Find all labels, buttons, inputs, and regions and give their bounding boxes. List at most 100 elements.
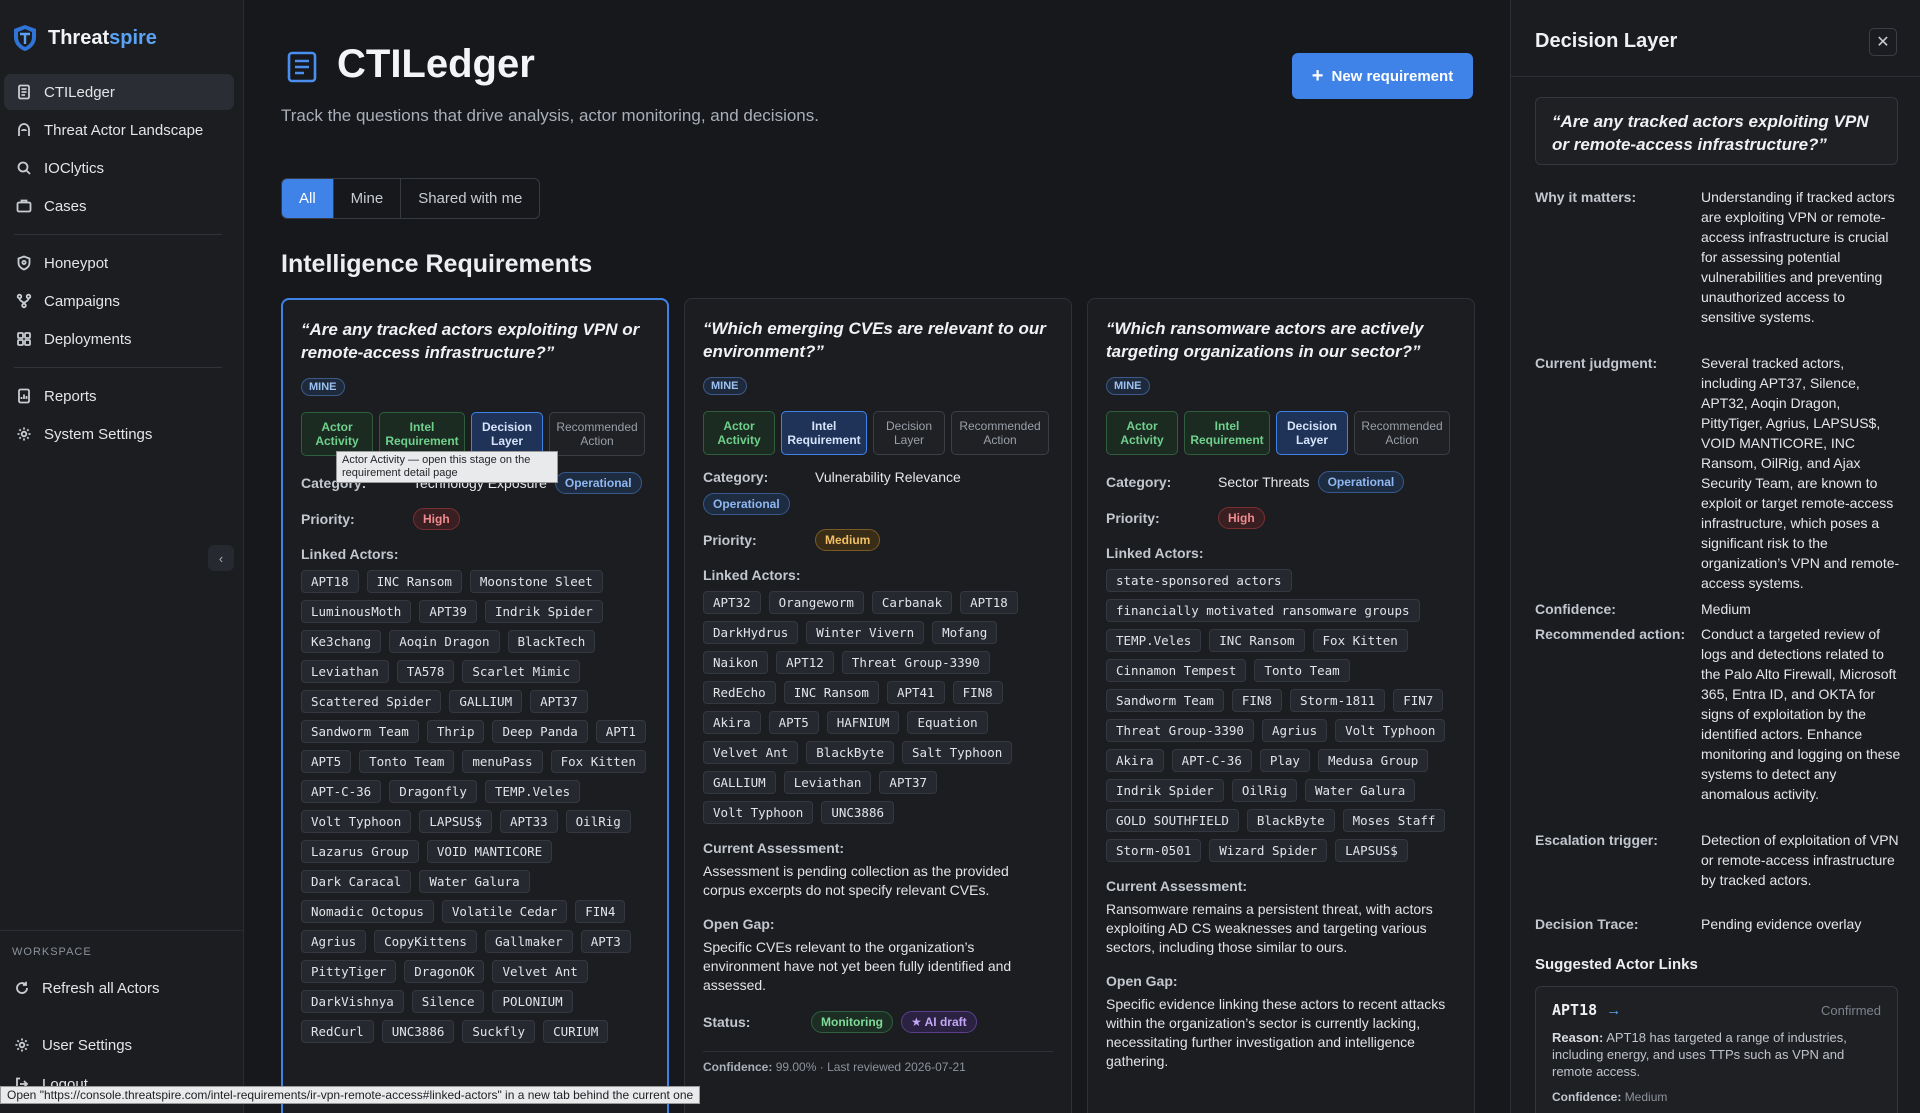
actor-tag[interactable]: DarkVishnya — [301, 990, 404, 1013]
sidebar-item-threat-actor-landscape[interactable]: Threat Actor Landscape — [4, 112, 234, 148]
actor-tag[interactable]: Volt Typhoon — [703, 801, 814, 824]
actor-tag[interactable]: PittyTiger — [301, 960, 397, 983]
actor-tag[interactable]: Cinnamon Tempest — [1106, 659, 1247, 682]
actor-tag[interactable]: Gallmaker — [484, 930, 573, 953]
suggested-actor-link[interactable]: APT18 → — [1552, 1001, 1621, 1019]
sidebar-item-ctiledger[interactable]: CTILedger — [4, 74, 234, 110]
actor-tag[interactable]: VOID MANTICORE — [426, 840, 553, 863]
actor-tag[interactable]: APT32 — [703, 591, 761, 614]
stage-decision-layer[interactable]: Decision Layer — [873, 411, 945, 455]
actor-tag[interactable]: INC Ransom — [366, 570, 462, 593]
actor-tag[interactable]: APT37 — [879, 771, 938, 794]
actor-tag[interactable]: BlackTech — [507, 630, 596, 653]
actor-tag[interactable]: BlackByte — [806, 741, 894, 764]
actor-tag[interactable]: Agrius — [301, 930, 367, 953]
stage-intel-requirement[interactable]: Intel Requirement — [379, 412, 465, 456]
sidebar-item-campaigns[interactable]: Campaigns — [4, 283, 234, 319]
filter-mine[interactable]: Mine — [334, 179, 402, 218]
actor-tag[interactable]: APT3 — [580, 930, 631, 953]
actor-tag[interactable]: APT41 — [886, 681, 945, 704]
actor-tag[interactable]: OilRig — [1231, 779, 1297, 802]
requirement-card-vpn[interactable]: “Are any tracked actors exploiting VPN o… — [281, 298, 669, 1113]
actor-tag[interactable]: Scattered Spider — [301, 690, 442, 713]
actor-tag[interactable]: Mofang — [932, 621, 998, 644]
actor-tag[interactable]: Threat Group-3390 — [841, 651, 990, 674]
actor-tag[interactable]: Storm-1811 — [1289, 689, 1386, 712]
actor-tag[interactable]: Lazarus Group — [301, 840, 419, 863]
actor-tag[interactable]: GALLIUM — [449, 690, 523, 713]
actor-tag[interactable]: financially motivated ransomware groups — [1106, 599, 1420, 622]
sidebar-item-ioclytics[interactable]: IOClytics — [4, 150, 234, 186]
actor-tag[interactable]: UNC3886 — [821, 801, 894, 824]
actor-tag[interactable]: HAFNIUM — [826, 711, 900, 734]
stage-recommended-action[interactable]: Recommended Action — [1354, 411, 1450, 455]
actor-tag[interactable]: BlackByte — [1246, 809, 1335, 832]
actor-tag[interactable]: DarkHydrus — [703, 621, 799, 644]
actor-tag[interactable]: Tonto Team — [1254, 659, 1350, 682]
actor-tag[interactable]: Naikon — [703, 651, 769, 674]
actor-tag[interactable]: APT18 — [960, 591, 1018, 614]
actor-tag[interactable]: Nomadic Octopus — [301, 900, 434, 923]
actor-tag[interactable]: GALLIUM — [703, 771, 776, 794]
actor-tag[interactable]: UNC3886 — [381, 1020, 455, 1043]
actor-tag[interactable]: INC Ransom — [783, 681, 879, 704]
actor-tag[interactable]: POLONIUM — [492, 990, 573, 1013]
actor-tag[interactable]: Ke3chang — [301, 630, 382, 653]
actor-tag[interactable]: menuPass — [462, 750, 543, 773]
actor-tag[interactable]: Wizard Spider — [1209, 839, 1328, 862]
actor-tag[interactable]: Leviathan — [783, 771, 872, 794]
actor-tag[interactable]: Play — [1259, 749, 1310, 772]
actor-tag[interactable]: APT39 — [419, 600, 477, 623]
refresh-actors-button[interactable]: Refresh all Actors — [4, 970, 160, 1006]
actor-tag[interactable]: Orangeworm — [768, 591, 864, 614]
actor-tag[interactable]: TEMP.Veles — [1106, 629, 1202, 652]
actor-tag[interactable]: Agrius — [1261, 719, 1328, 742]
actor-tag[interactable]: APT12 — [776, 651, 834, 674]
sidebar-item-system-settings[interactable]: System Settings — [4, 416, 234, 452]
actor-tag[interactable]: TA578 — [396, 660, 455, 683]
actor-tag[interactable]: Sandworm Team — [1106, 689, 1224, 712]
actor-tag[interactable]: INC Ransom — [1209, 629, 1305, 652]
stage-decision-layer[interactable]: Decision Layer — [1276, 411, 1348, 455]
actor-tag[interactable]: Velvet Ant — [703, 741, 799, 764]
actor-tag[interactable]: Indrik Spider — [484, 600, 603, 623]
actor-tag[interactable]: Silence — [411, 990, 485, 1013]
actor-tag[interactable]: Moonstone Sleet — [469, 570, 603, 593]
sidebar-item-cases[interactable]: Cases — [4, 188, 234, 224]
actor-tag[interactable]: APT5 — [301, 750, 352, 773]
actor-tag[interactable]: Scarlet Mimic — [462, 660, 581, 683]
actor-tag[interactable]: LuminousMoth — [301, 600, 412, 623]
actor-tag[interactable]: Leviathan — [301, 660, 389, 683]
sidebar-collapse-button[interactable]: ‹ — [208, 545, 234, 571]
actor-tag[interactable]: Dragonfly — [389, 780, 477, 803]
actor-tag[interactable]: Dark Caracal — [301, 870, 412, 893]
actor-tag[interactable]: LAPSUS$ — [419, 810, 492, 833]
actor-tag[interactable]: Akira — [703, 711, 761, 734]
actor-tag[interactable]: state-sponsored actors — [1106, 569, 1292, 592]
requirement-card-ransomware[interactable]: “Which ransomware actors are actively ta… — [1087, 298, 1475, 1113]
actor-tag[interactable]: APT-C-36 — [301, 780, 382, 803]
actor-tag[interactable]: Velvet Ant — [492, 960, 588, 983]
stage-actor-activity[interactable]: Actor Activity — [301, 412, 373, 456]
actor-tag[interactable]: FIN8 — [1231, 689, 1282, 712]
actor-tag[interactable]: Volt Typhoon — [301, 810, 412, 833]
filter-shared[interactable]: Shared with me — [401, 179, 539, 218]
actor-tag[interactable]: RedEcho — [703, 681, 776, 704]
actor-tag[interactable]: Threat Group-3390 — [1106, 719, 1254, 742]
actor-tag[interactable]: Deep Panda — [492, 720, 588, 743]
actor-tag[interactable]: Indrik Spider — [1106, 779, 1224, 802]
actor-tag[interactable]: LAPSUS$ — [1335, 839, 1408, 862]
actor-tag[interactable]: Fox Kitten — [1312, 629, 1408, 652]
actor-tag[interactable]: Salt Typhoon — [902, 741, 1013, 764]
actor-tag[interactable]: Winter Vivern — [806, 621, 925, 644]
actor-tag[interactable]: CopyKittens — [374, 930, 477, 953]
actor-tag[interactable]: Water Galura — [419, 870, 530, 893]
actor-tag[interactable]: Tonto Team — [359, 750, 455, 773]
actor-tag[interactable]: APT18 — [301, 570, 359, 593]
actor-tag[interactable]: FIN8 — [952, 681, 1003, 704]
actor-tag[interactable]: Medusa Group — [1317, 749, 1429, 772]
stage-intel-requirement[interactable]: Intel Requirement — [781, 411, 867, 455]
actor-tag[interactable]: APT33 — [500, 810, 558, 833]
actor-tag[interactable]: Thrip — [426, 720, 485, 743]
actor-tag[interactable]: Volatile Cedar — [441, 900, 568, 923]
